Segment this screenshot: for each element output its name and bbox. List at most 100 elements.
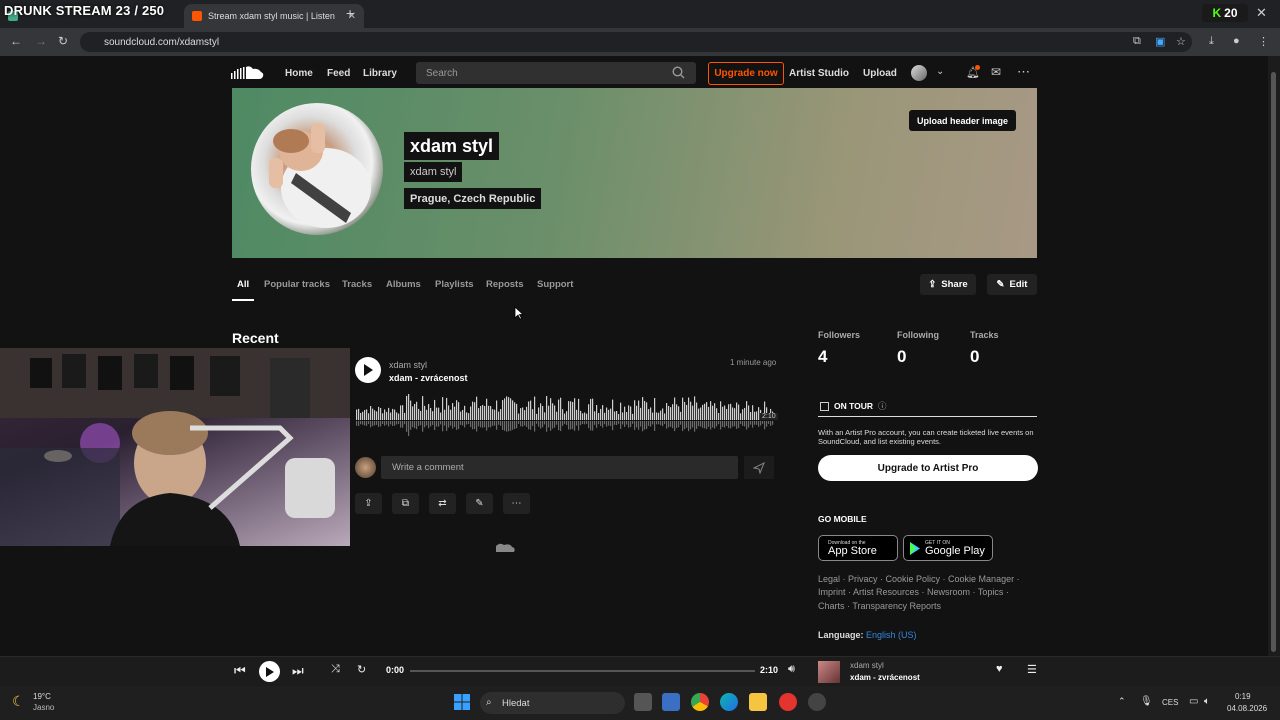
edit-track-button[interactable]: ✎ xyxy=(466,493,493,514)
nav-home[interactable]: Home xyxy=(285,68,313,79)
upload-header-image-button[interactable]: Upload header image xyxy=(909,110,1017,131)
download-icon[interactable]: ⤓ xyxy=(1209,35,1214,48)
edit-button[interactable]: ✎ Edit xyxy=(987,274,1037,295)
footer-links-line-2[interactable]: Imprint · Artist Resources · Newsroom · … xyxy=(818,587,1009,597)
tracks-label[interactable]: Tracks xyxy=(970,330,999,340)
now-playing-artwork[interactable] xyxy=(818,661,840,683)
tab-playlists[interactable]: Playlists xyxy=(435,279,474,290)
translate-icon[interactable]: ⧉ xyxy=(1133,35,1141,48)
track-waveform[interactable] xyxy=(356,394,774,436)
chrome-icon[interactable] xyxy=(691,693,709,711)
nav-feed[interactable]: Feed xyxy=(327,68,350,79)
track-title[interactable]: xdam - zvrácenost xyxy=(389,373,468,383)
tab-popular-tracks[interactable]: Popular tracks xyxy=(264,279,330,290)
waveform-bar xyxy=(510,398,512,420)
weather-moon-icon[interactable]: ☾ xyxy=(12,693,25,710)
shuffle-icon[interactable]: ⤨ xyxy=(331,663,340,676)
artist-studio-link[interactable]: Artist Studio xyxy=(789,68,849,79)
task-view-icon[interactable] xyxy=(634,693,652,711)
now-playing-artist[interactable]: xdam styl xyxy=(850,661,884,670)
tracks-value[interactable]: 0 xyxy=(970,347,979,367)
input-language[interactable]: CES xyxy=(1162,698,1178,707)
followers-label[interactable]: Followers xyxy=(818,330,860,340)
weather-description[interactable]: Jasno xyxy=(33,703,54,712)
progress-bar[interactable] xyxy=(410,670,755,672)
browser-menu-icon[interactable]: ⋮ xyxy=(1258,35,1269,48)
messages-icon[interactable]: ✉ xyxy=(991,65,1001,79)
comment-input[interactable]: Write a comment xyxy=(381,456,738,479)
info-icon[interactable]: ⓘ xyxy=(878,400,887,412)
track-artist[interactable]: xdam styl xyxy=(389,360,427,370)
tab-tracks[interactable]: Tracks xyxy=(342,279,372,290)
speaker-icon[interactable]: 🔈︎ xyxy=(1204,696,1210,707)
user-avatar[interactable] xyxy=(911,65,927,81)
queue-icon[interactable]: ☰ xyxy=(1027,663,1037,676)
google-play-button[interactable]: GET IT ON Google Play xyxy=(903,535,993,561)
tray-chevron-up-icon[interactable]: ⌃ xyxy=(1118,696,1126,707)
upgrade-artist-pro-button[interactable]: Upgrade to Artist Pro xyxy=(818,455,1038,481)
reload-icon[interactable]: ↻ xyxy=(58,34,68,48)
now-playing-title[interactable]: xdam - zvrácenost xyxy=(850,673,920,682)
tab-albums[interactable]: Albums xyxy=(386,279,421,290)
upload-link[interactable]: Upload xyxy=(863,68,897,79)
bookmark-star-icon[interactable]: ☆ xyxy=(1176,35,1186,48)
waveform-reflection-bar xyxy=(582,421,584,425)
copy-link-button[interactable]: ⧉ xyxy=(392,493,419,514)
repeat-icon[interactable]: ↻ xyxy=(357,663,366,676)
microphone-icon[interactable]: 🎙︎ xyxy=(1140,696,1153,707)
language-value[interactable]: English (US) xyxy=(866,630,917,640)
footer-links-line-1[interactable]: Legal · Privacy · Cookie Policy · Cookie… xyxy=(818,574,1020,584)
url-field[interactable]: soundcloud.com/xdamstyl xyxy=(80,32,1192,52)
tab-all[interactable]: All xyxy=(237,279,249,290)
scrollbar-thumb[interactable] xyxy=(1271,72,1276,652)
next-track-icon[interactable]: ⏭ xyxy=(292,663,304,679)
tab-support[interactable]: Support xyxy=(537,279,573,290)
send-comment-button[interactable] xyxy=(744,456,774,479)
new-tab-button[interactable]: + xyxy=(346,5,354,21)
tab-reposts[interactable]: Reposts xyxy=(486,279,523,290)
back-icon[interactable]: ← xyxy=(10,34,22,48)
volume-icon[interactable]: 🔊︎ xyxy=(788,663,795,676)
share-track-button[interactable]: ⇪ xyxy=(355,493,382,514)
nav-library[interactable]: Library xyxy=(363,68,397,79)
app-icon[interactable] xyxy=(808,693,826,711)
waveform-reflection-bar xyxy=(460,421,462,425)
clock-time[interactable]: 0:19 xyxy=(1235,692,1251,701)
app-store-button[interactable]: Download on the App Store xyxy=(818,535,898,561)
share-button[interactable]: ⇪ Share xyxy=(920,274,976,295)
following-label[interactable]: Following xyxy=(897,330,939,340)
following-value[interactable]: 0 xyxy=(897,347,906,367)
followers-value[interactable]: 4 xyxy=(818,347,827,367)
more-track-options-button[interactable]: ⋯ xyxy=(503,493,530,514)
window-close-button[interactable]: ✕ xyxy=(1256,5,1267,21)
search-icon[interactable] xyxy=(672,66,685,84)
like-heart-icon[interactable]: ♥ xyxy=(996,663,1003,675)
footer-links-line-3[interactable]: Charts · Transparency Reports xyxy=(818,601,941,611)
taskbar-search-input[interactable]: Hledat xyxy=(480,692,625,714)
profile-icon[interactable]: ● xyxy=(1233,35,1240,47)
browser-tab-active[interactable]: Stream xdam styl music | Listen ✕ xyxy=(184,4,364,28)
store-icon[interactable] xyxy=(662,693,680,711)
cast-icon[interactable]: ▣ xyxy=(1155,35,1165,48)
soundcloud-logo-icon[interactable] xyxy=(231,65,265,86)
forward-icon[interactable]: → xyxy=(35,34,47,48)
waveform-bar xyxy=(716,408,718,420)
previous-track-icon[interactable]: ⏮ xyxy=(234,663,246,679)
weather-temperature[interactable]: 19°C xyxy=(33,692,51,701)
more-options-icon[interactable]: ⋯ xyxy=(1017,64,1030,80)
player-play-button[interactable] xyxy=(259,661,280,682)
profile-avatar-image[interactable] xyxy=(251,103,383,235)
upgrade-now-button[interactable]: Upgrade now xyxy=(708,62,784,85)
network-icon[interactable]: ▭ xyxy=(1189,696,1198,707)
obs-record-icon[interactable] xyxy=(779,693,797,711)
waveform-reflection-bar xyxy=(418,421,420,426)
chevron-down-icon[interactable]: ⌄ xyxy=(936,66,944,77)
clock-date[interactable]: 04.08.2026 xyxy=(1227,704,1267,713)
windows-start-icon[interactable] xyxy=(454,694,470,715)
waveform-bar xyxy=(690,401,692,420)
file-explorer-icon[interactable] xyxy=(749,693,767,711)
repost-button[interactable]: ⇄ xyxy=(429,493,456,514)
search-input[interactable]: Search xyxy=(416,62,696,84)
edge-icon[interactable] xyxy=(720,693,738,711)
track-play-button[interactable] xyxy=(355,357,381,383)
